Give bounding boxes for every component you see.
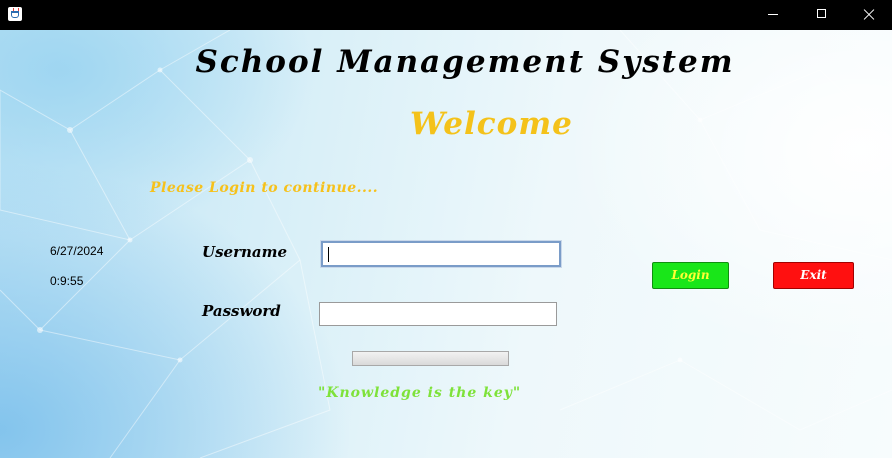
maximize-button[interactable] bbox=[798, 0, 844, 30]
exit-button[interactable]: Exit bbox=[773, 262, 854, 289]
login-button[interactable]: Login bbox=[652, 262, 729, 289]
username-field[interactable] bbox=[320, 240, 562, 268]
java-cup-icon bbox=[8, 7, 22, 21]
login-progress-bar bbox=[352, 351, 509, 366]
password-label: Password bbox=[202, 302, 281, 320]
page-title: School Management System bbox=[195, 44, 735, 80]
text-caret bbox=[328, 247, 329, 262]
motto-text: "Knowledge is the key" bbox=[318, 385, 522, 401]
minimize-button[interactable] bbox=[750, 0, 796, 30]
login-prompt: Please Login to continue.... bbox=[150, 180, 379, 196]
close-button[interactable] bbox=[846, 0, 892, 30]
password-field[interactable] bbox=[319, 302, 557, 326]
title-bar bbox=[0, 0, 892, 30]
username-label: Username bbox=[202, 243, 288, 261]
welcome-heading: Welcome bbox=[410, 106, 573, 142]
login-panel: School Management System Welcome Please … bbox=[0, 30, 892, 458]
current-time: 0:9:55 bbox=[50, 274, 84, 288]
current-date: 6/27/2024 bbox=[50, 244, 104, 258]
